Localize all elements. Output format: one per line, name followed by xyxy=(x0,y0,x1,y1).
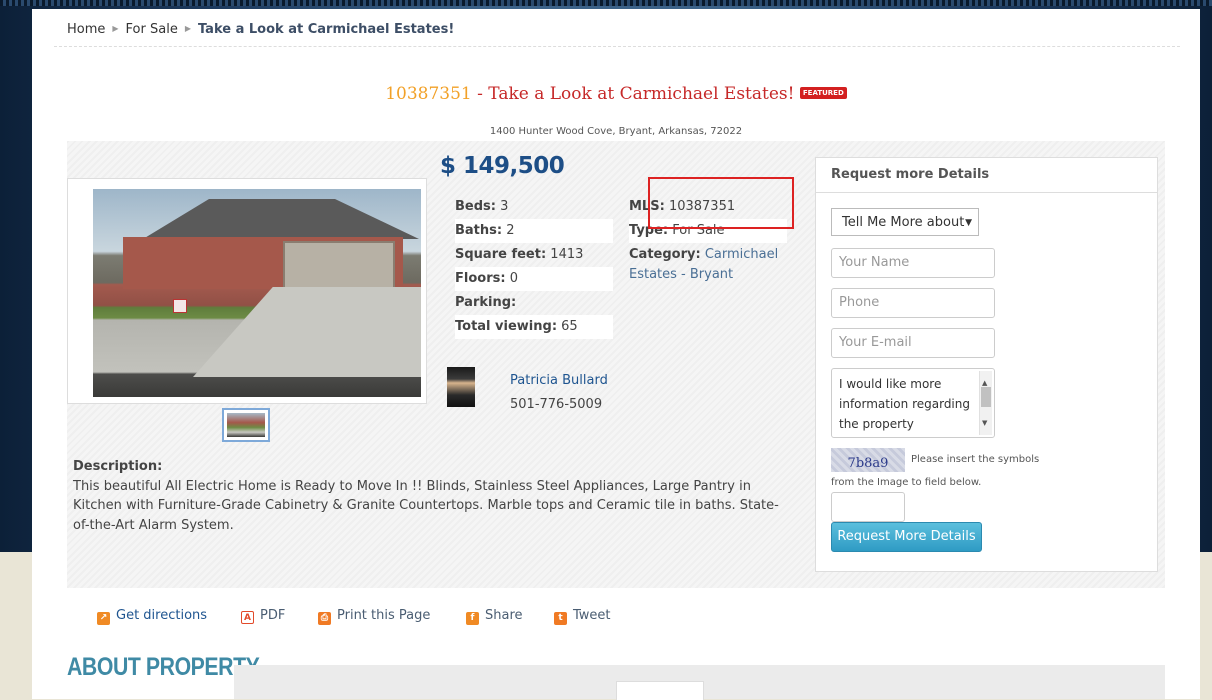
agent-name-link[interactable]: Patricia Bullard xyxy=(510,373,608,388)
scroll-thumb[interactable] xyxy=(981,387,991,407)
captcha-input[interactable] xyxy=(831,492,905,522)
photo-driveway xyxy=(193,287,421,377)
photo-garage xyxy=(283,241,395,291)
form-title: Request more Details xyxy=(816,158,1157,193)
pdf-icon: A xyxy=(241,611,254,624)
printer-icon: ⎙ xyxy=(318,612,331,625)
pdf-link[interactable]: A PDF xyxy=(241,608,285,624)
directions-icon: ↗ xyxy=(97,612,110,625)
detail-label: Category: xyxy=(629,247,701,262)
detail-label: Floors: xyxy=(455,271,506,286)
agent-phone: 501-776-5009 xyxy=(510,397,603,412)
detail-label: Square feet: xyxy=(455,247,547,262)
detail-value: 1413 xyxy=(550,247,584,262)
property-details-left: Beds: 3 Baths: 2 Square feet: 1413 Floor… xyxy=(455,195,613,339)
photo-roof xyxy=(143,199,419,239)
breadcrumb: Home ▶ For Sale ▶ Take a Look at Carmichael … xyxy=(67,22,454,37)
detail-parking: Parking: xyxy=(455,291,613,315)
breadcrumb-for-sale[interactable]: For Sale xyxy=(126,22,178,37)
detail-sqft: Square feet: 1413 xyxy=(455,243,613,267)
featured-badge: FEATURED xyxy=(799,86,847,99)
breadcrumb-current: Take a Look at Carmichael Estates! xyxy=(197,22,455,37)
message-textarea[interactable]: I would like more information regarding … xyxy=(831,368,995,438)
request-details-button[interactable]: Request More Details xyxy=(831,522,982,552)
message-text: I would like more information regarding … xyxy=(839,377,970,431)
email-input[interactable]: Your E-mail xyxy=(831,328,995,358)
action-label: PDF xyxy=(260,608,286,623)
property-photo[interactable] xyxy=(93,189,421,397)
description: Description: This beautiful All Electric… xyxy=(73,457,793,535)
detail-value: 2 xyxy=(506,223,515,238)
property-address: 1400 Hunter Wood Cove, Bryant, Arkansas,… xyxy=(489,126,743,137)
property-price: $ 149,500 xyxy=(440,153,565,179)
scroll-down-icon[interactable]: ▼ xyxy=(982,413,987,433)
inquiry-type-select[interactable]: Tell Me More about ▼ xyxy=(831,208,979,236)
title-mls-number: 10387351 xyxy=(385,84,472,104)
textarea-scrollbar[interactable]: ▲ ▼ xyxy=(979,371,992,435)
description-label: Description: xyxy=(73,459,163,474)
detail-beds: Beds: 3 xyxy=(455,195,613,219)
action-label: Share xyxy=(485,608,523,623)
detail-label: Parking: xyxy=(455,295,517,310)
request-details-form: Request more Details Tell Me More about … xyxy=(815,157,1158,572)
description-text: This beautiful All Electric Home is Read… xyxy=(73,478,779,533)
mls-highlight-box xyxy=(648,177,794,229)
detail-viewing: Total viewing: 65 xyxy=(455,315,613,339)
detail-label: Baths: xyxy=(455,223,503,238)
detail-category: Category: Carmichael xyxy=(629,243,787,267)
share-link[interactable]: f Share xyxy=(466,608,523,625)
select-value: Tell Me More about xyxy=(842,215,965,230)
thumbnail-image xyxy=(227,413,265,437)
title-separator: - xyxy=(471,84,489,104)
detail-floors: Floors: 0 xyxy=(455,267,613,291)
tweet-link[interactable]: t Tweet xyxy=(554,608,611,625)
photo-frame xyxy=(67,178,427,404)
about-property-heading: ABOUT PROPERTY xyxy=(67,653,260,681)
get-directions-link[interactable]: ↗ Get directions xyxy=(97,608,207,625)
photo-thumbnail[interactable] xyxy=(222,408,270,442)
category-link-cont[interactable]: Estates - Bryant xyxy=(629,267,733,282)
detail-value: 0 xyxy=(509,271,518,286)
captcha-hint-cont: from the Image to field below. xyxy=(831,477,982,488)
detail-value: 65 xyxy=(561,319,578,334)
detail-value: 3 xyxy=(500,199,509,214)
detail-label: Beds: xyxy=(455,199,496,214)
main-content: Home ▶ For Sale ▶ Take a Look at Carmichael … xyxy=(32,9,1200,700)
phone-input[interactable]: Phone xyxy=(831,288,995,318)
print-link[interactable]: ⎙ Print this Page xyxy=(318,608,430,625)
captcha-hint: Please insert the symbols xyxy=(911,454,1040,465)
action-label: Get directions xyxy=(116,608,208,623)
agent-avatar[interactable] xyxy=(447,367,475,407)
facebook-icon: f xyxy=(466,612,479,625)
top-stripe xyxy=(0,0,1212,6)
page-title: 10387351 - Take a Look at Carmichael Est… xyxy=(32,84,1200,104)
about-tab[interactable] xyxy=(616,681,704,700)
breadcrumb-home[interactable]: Home xyxy=(67,22,105,37)
action-label: Print this Page xyxy=(337,608,431,623)
detail-baths: Baths: 2 xyxy=(455,219,613,243)
name-input[interactable]: Your Name xyxy=(831,248,995,278)
captcha-image: 7b8a9 xyxy=(831,448,905,472)
detail-category-cont: Estates - Bryant xyxy=(629,267,787,287)
chevron-right-icon: ▶ xyxy=(112,24,119,33)
category-link[interactable]: Carmichael xyxy=(705,247,778,262)
twitter-icon: t xyxy=(554,612,567,625)
caret-down-icon: ▼ xyxy=(965,218,972,228)
breadcrumb-divider xyxy=(54,46,1180,47)
photo-sign xyxy=(173,299,187,313)
title-text: Take a Look at Carmichael Estates! xyxy=(488,84,795,104)
property-panel: $ 149,500 Beds: 3 Baths: 2 Square feet: … xyxy=(67,141,1165,588)
action-label: Tweet xyxy=(573,608,611,623)
detail-label: Total viewing: xyxy=(455,319,558,334)
chevron-right-icon: ▶ xyxy=(184,24,191,33)
